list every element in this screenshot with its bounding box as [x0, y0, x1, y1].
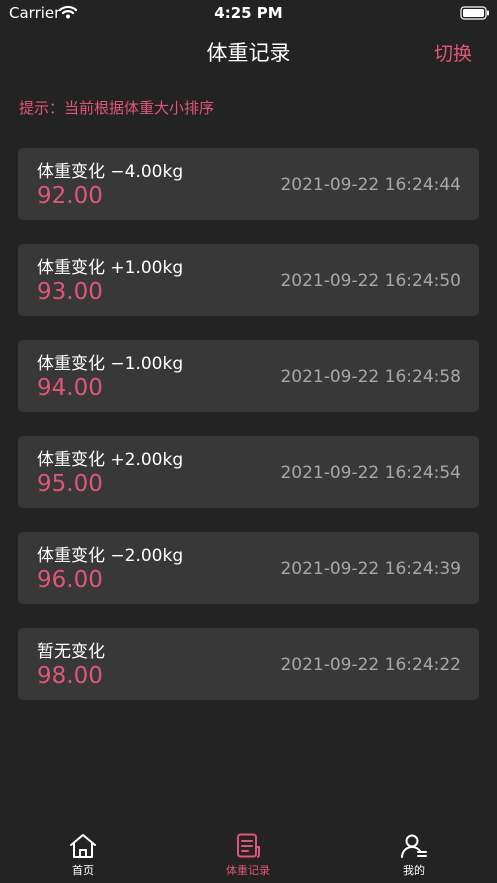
record-change: 体重变化 −4.00kg [37, 162, 184, 182]
record-change: 体重变化 −2.00kg [37, 546, 184, 566]
record-card[interactable]: 体重变化 −2.00kg 96.00 2021-09-22 16:24:39 [18, 532, 479, 604]
record-card[interactable]: 体重变化 +2.00kg 95.00 2021-09-22 16:24:54 [18, 436, 479, 508]
tab-profile[interactable]: 我的 [354, 820, 474, 883]
battery-icon [460, 5, 490, 24]
tab-label: 首页 [72, 864, 94, 877]
switch-button[interactable]: 切换 [434, 39, 472, 66]
tab-records[interactable]: 体重记录 [188, 820, 308, 883]
tab-label: 体重记录 [226, 864, 270, 877]
record-list: 体重变化 −4.00kg 92.00 2021-09-22 16:24:44 体… [18, 148, 479, 724]
record-time: 2021-09-22 16:24:54 [280, 463, 461, 483]
sort-hint: 提示：当前根据体重大小排序 [19, 99, 215, 117]
record-weight: 96.00 [37, 567, 103, 593]
record-change: 体重变化 −1.00kg [37, 354, 184, 374]
page-title: 体重记录 [206, 41, 291, 65]
record-card[interactable]: 体重变化 −4.00kg 92.00 2021-09-22 16:24:44 [18, 148, 479, 220]
record-change: 体重变化 +1.00kg [37, 258, 184, 278]
profile-icon [354, 833, 474, 859]
record-weight: 92.00 [37, 183, 103, 209]
record-change: 暂无变化 [37, 642, 105, 662]
tab-bar: 首页 体重记录 我的 [0, 820, 497, 883]
record-time: 2021-09-22 16:24:39 [280, 559, 461, 579]
record-icon [188, 833, 308, 859]
record-time: 2021-09-22 16:24:50 [280, 271, 461, 291]
record-time: 2021-09-22 16:24:44 [280, 175, 461, 195]
record-card[interactable]: 体重变化 −1.00kg 94.00 2021-09-22 16:24:58 [18, 340, 479, 412]
record-weight: 95.00 [37, 471, 103, 497]
record-card[interactable]: 暂无变化 98.00 2021-09-22 16:24:22 [18, 628, 479, 700]
record-time: 2021-09-22 16:24:22 [280, 655, 461, 675]
home-icon [23, 833, 143, 859]
tab-label: 我的 [403, 864, 425, 877]
record-time: 2021-09-22 16:24:58 [280, 367, 461, 387]
status-bar: Carrier 4:25 PM [0, 0, 497, 26]
clock: 4:25 PM [214, 4, 283, 22]
record-weight: 98.00 [37, 663, 103, 689]
record-change: 体重变化 +2.00kg [37, 450, 184, 470]
record-weight: 94.00 [37, 375, 103, 401]
record-card[interactable]: 体重变化 +1.00kg 93.00 2021-09-22 16:24:50 [18, 244, 479, 316]
record-weight: 93.00 [37, 279, 103, 305]
tab-home[interactable]: 首页 [23, 820, 143, 883]
